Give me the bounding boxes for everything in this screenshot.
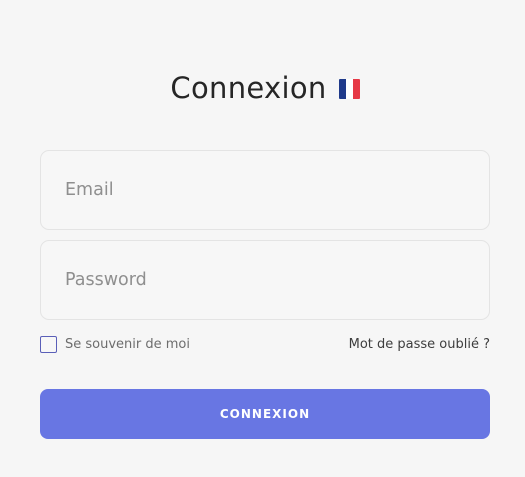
france-flag-icon [338, 79, 360, 99]
remember-me[interactable]: Se souvenir de moi [40, 336, 190, 353]
flag-stripe-red [352, 79, 360, 99]
form-options-row: Se souvenir de moi Mot de passe oublié ? [40, 336, 490, 354]
forgot-password-link[interactable]: Mot de passe oublié ? [349, 337, 490, 353]
remember-me-label: Se souvenir de moi [65, 336, 190, 352]
password-field[interactable] [41, 241, 489, 319]
page-title: Connexion [170, 71, 327, 105]
email-field[interactable] [41, 151, 489, 229]
email-field-container [40, 150, 490, 230]
login-form: Connexion Se souvenir de moi Mot de pass… [40, 0, 490, 477]
title-row: Connexion [40, 70, 490, 106]
flag-stripe-blue [338, 79, 346, 99]
login-button[interactable]: CONNEXION [40, 389, 490, 439]
flag-stripe-white [345, 79, 353, 99]
remember-me-checkbox[interactable] [40, 336, 57, 353]
password-field-container [40, 240, 490, 320]
